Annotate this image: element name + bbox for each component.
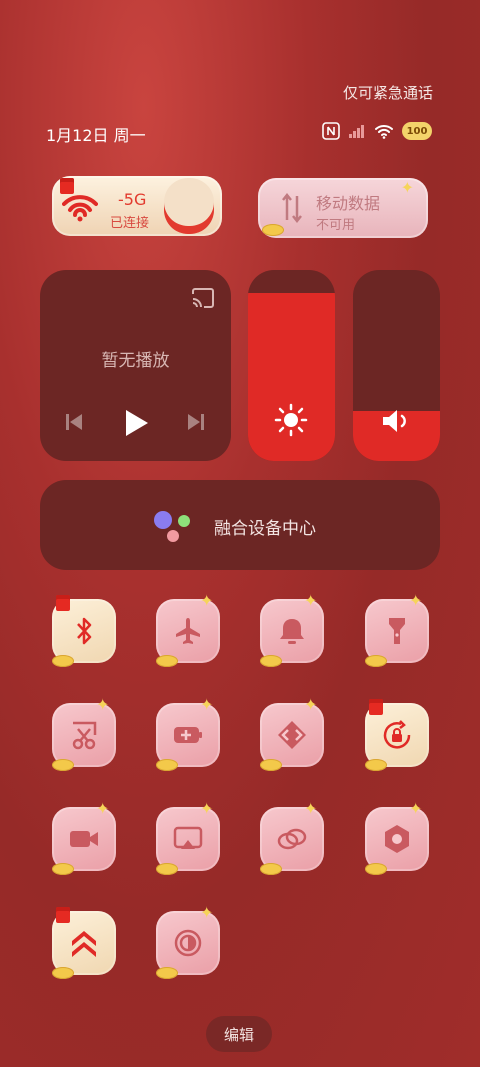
rotation-lock-toggle[interactable]	[365, 699, 429, 771]
screenshot-toggle[interactable]: ✦	[52, 695, 116, 771]
coin-icon	[260, 655, 282, 667]
volume-icon	[383, 410, 406, 432]
red-envelope-icon	[369, 699, 383, 715]
volume-slider[interactable]	[353, 270, 440, 461]
mascot-decoration	[164, 178, 214, 234]
multi-device-link-toggle[interactable]: ✦	[260, 799, 324, 875]
sparkle-icon: ✦	[400, 178, 414, 197]
media-player: 暂无播放	[40, 270, 231, 461]
coin-icon	[52, 863, 74, 875]
mobile-data-toggle[interactable]: 移动数据 不可用 ✦	[258, 178, 428, 238]
nfc-icon	[322, 122, 340, 140]
coin-icon	[156, 655, 178, 667]
emergency-call-status: 仅可紧急通话	[342, 84, 433, 102]
battery-saver-toggle[interactable]: ✦	[156, 695, 220, 771]
sparkle-icon: ✦	[409, 591, 423, 610]
flashlight-icon	[389, 618, 405, 644]
brightness-icon	[274, 403, 308, 437]
battery-icon: 100	[402, 122, 432, 140]
bell-icon	[280, 619, 304, 644]
screen-cast-toggle[interactable]: ✦	[156, 799, 220, 875]
red-envelope-icon	[56, 595, 70, 611]
dark-mode-icon	[174, 929, 202, 957]
screen-record-toggle[interactable]: ✦	[52, 799, 116, 875]
device-center-icon	[154, 511, 190, 542]
date-label: 1月12日 周一	[46, 126, 146, 145]
play-icon[interactable]	[124, 408, 150, 438]
coin-icon	[260, 759, 282, 771]
bluetooth-icon	[77, 617, 92, 645]
nfc-settings-icon	[385, 825, 409, 853]
device-center-label: 融合设备中心	[214, 519, 316, 539]
wifi-status: 已连接	[110, 216, 150, 231]
coin-icon	[365, 655, 387, 667]
brightness-slider[interactable]	[248, 270, 335, 461]
coin-icon	[52, 967, 74, 979]
sparkle-icon: ✦	[200, 903, 214, 922]
status-icons: 100	[322, 122, 432, 140]
hotspot-icon	[278, 721, 306, 749]
sound-mode-toggle[interactable]: ✦	[260, 591, 324, 667]
sparkle-icon: ✦	[304, 799, 318, 818]
hotspot-toggle[interactable]: ✦	[260, 695, 324, 771]
wifi-icon	[375, 125, 393, 139]
dark-mode-toggle[interactable]: ✦	[156, 903, 220, 979]
screenshot-icon	[72, 721, 97, 750]
sparkle-icon: ✦	[409, 799, 423, 818]
previous-icon[interactable]	[64, 412, 84, 432]
mobile-data-label: 移动数据	[316, 194, 381, 213]
coin-icon	[156, 863, 178, 875]
data-transfer-icon	[282, 192, 302, 224]
performance-icon	[72, 931, 96, 957]
coin-icon	[262, 224, 284, 236]
mobile-data-status: 不可用	[316, 218, 356, 233]
bluetooth-toggle[interactable]	[52, 595, 116, 667]
device-center-button[interactable]: 融合设备中心	[40, 480, 440, 570]
red-envelope-icon	[60, 178, 74, 194]
performance-mode-toggle[interactable]	[52, 907, 116, 979]
sparkle-icon: ✦	[304, 695, 318, 714]
battery-saver-icon	[174, 727, 202, 743]
next-icon[interactable]	[186, 412, 206, 432]
sparkle-icon: ✦	[200, 591, 214, 610]
rotation-lock-icon	[383, 720, 411, 749]
coin-icon	[52, 655, 74, 667]
sparkle-icon: ✦	[200, 695, 214, 714]
nfc-settings-toggle[interactable]: ✦	[365, 799, 429, 875]
sparkle-icon: ✦	[96, 695, 110, 714]
airplane-icon	[176, 618, 200, 644]
cast-icon	[173, 826, 203, 849]
wifi-network-name: -5G	[118, 190, 147, 209]
airplane-toggle[interactable]: ✦	[156, 591, 220, 667]
flashlight-toggle[interactable]: ✦	[365, 591, 429, 667]
coin-icon	[260, 863, 282, 875]
coin-icon	[52, 759, 74, 771]
sparkle-icon: ✦	[200, 799, 214, 818]
sparkle-icon: ✦	[96, 799, 110, 818]
signal-icon	[349, 125, 364, 138]
coin-icon	[156, 759, 178, 771]
red-envelope-icon	[56, 907, 70, 923]
cast-icon[interactable]	[191, 288, 215, 308]
screen-record-icon	[70, 831, 98, 847]
edit-button[interactable]: 编辑	[206, 1016, 272, 1052]
media-status: 暂无播放	[101, 351, 170, 371]
coin-icon	[365, 863, 387, 875]
coin-icon	[365, 759, 387, 771]
wifi-icon	[62, 195, 98, 222]
coin-icon	[156, 967, 178, 979]
sparkle-icon: ✦	[304, 591, 318, 610]
link-icon	[277, 828, 307, 850]
wifi-toggle[interactable]: -5G 已连接	[52, 176, 222, 236]
